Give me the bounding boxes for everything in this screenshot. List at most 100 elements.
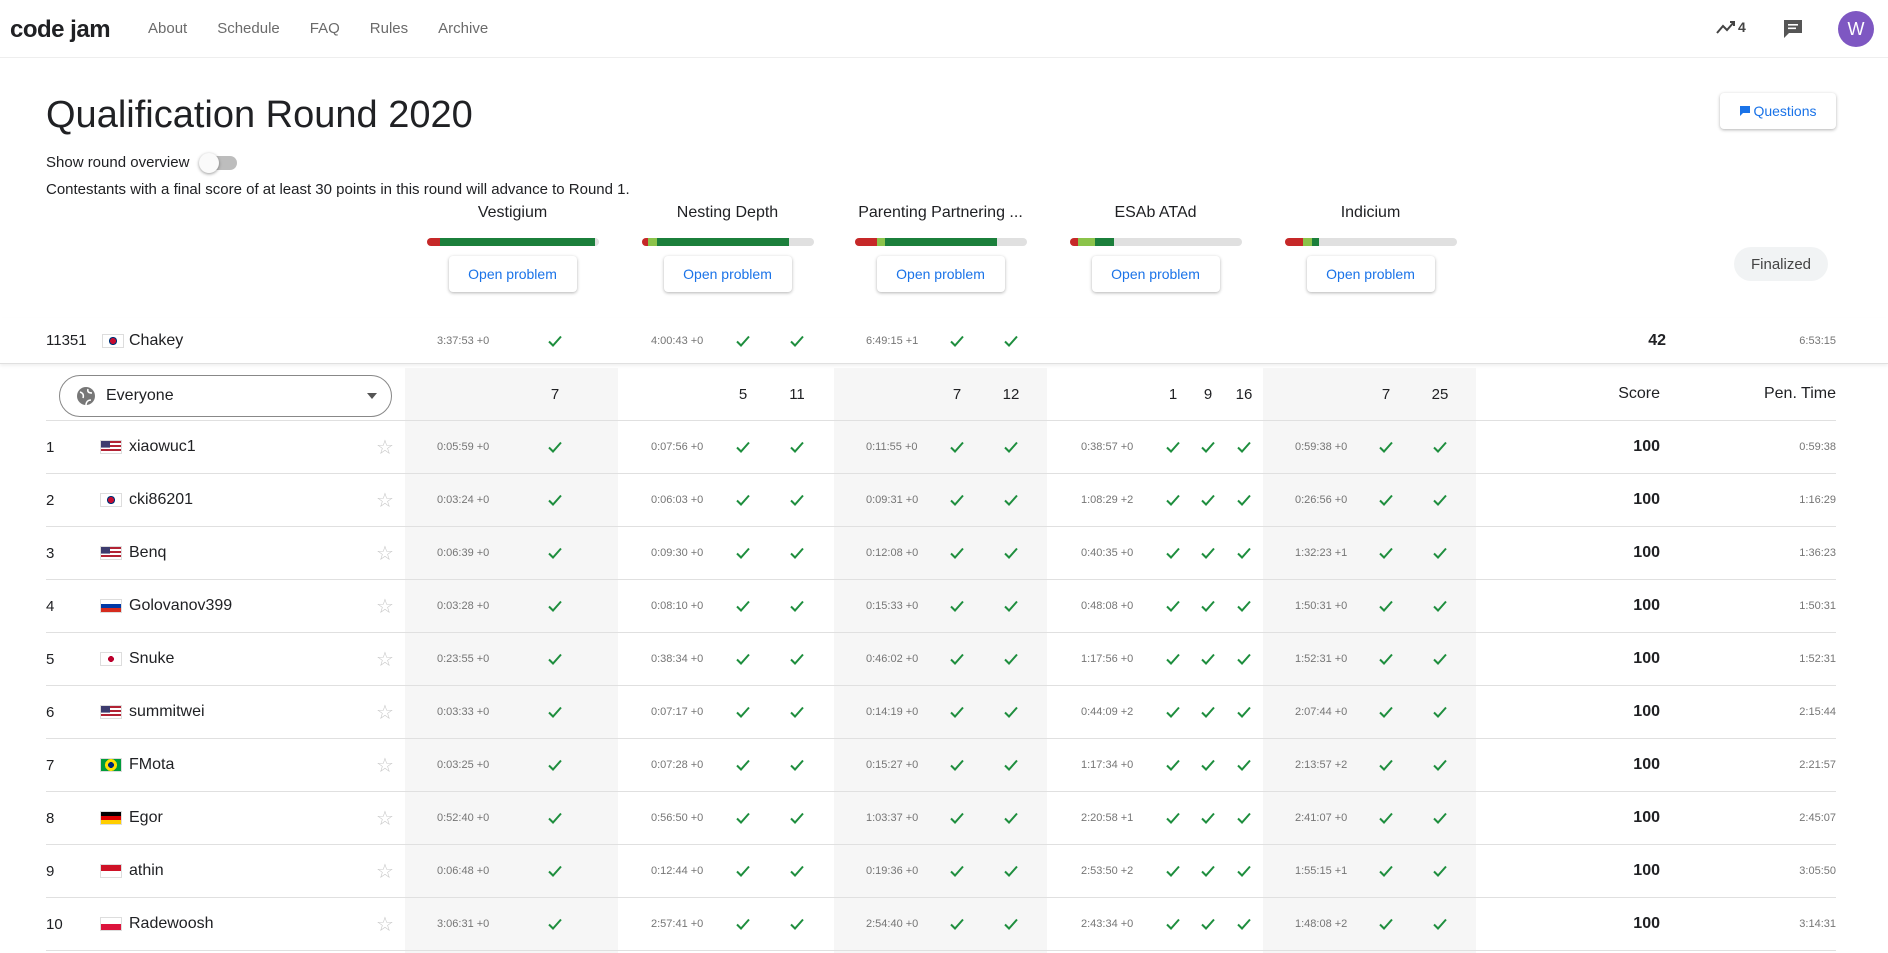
advance-info: Contestants with a final score of at lea… xyxy=(46,181,630,198)
progress-segment xyxy=(440,238,596,246)
questions-button[interactable]: Questions xyxy=(1720,93,1836,129)
solve-time: 1:17:56 +0 xyxy=(1081,653,1134,665)
solve-time: 0:40:35 +0 xyxy=(1081,547,1134,559)
open-problem-button[interactable]: Open problem xyxy=(1091,256,1220,292)
star-icon[interactable]: ☆ xyxy=(376,686,394,738)
code-jam-logo[interactable]: code jam xyxy=(10,16,111,44)
nav-schedule-link[interactable]: Schedule xyxy=(217,20,280,37)
rank: 8 xyxy=(46,809,55,827)
star-icon[interactable]: ☆ xyxy=(376,421,394,473)
check-icon xyxy=(947,739,967,791)
contestant-name[interactable]: Benq xyxy=(129,527,166,579)
nav-rules-link[interactable]: Rules xyxy=(370,20,408,37)
contestant-name[interactable]: summitwei xyxy=(129,686,205,738)
solve-time: 2:13:57 +2 xyxy=(1295,759,1348,771)
check-icon xyxy=(947,845,967,897)
rank: 10 xyxy=(46,915,63,933)
star-icon[interactable]: ☆ xyxy=(376,792,394,844)
my-name[interactable]: Chakey xyxy=(129,318,183,363)
table-row: 8 Egor ☆ 0:52:40 +0 0:56:50 +0 1:03:37 +0 2:20… xyxy=(46,792,1836,845)
points-p4-b: 9 xyxy=(1203,385,1213,403)
contestant-name[interactable]: xiaowuc1 xyxy=(129,421,196,473)
check-icon xyxy=(1001,739,1021,791)
star-icon[interactable]: ☆ xyxy=(376,527,394,579)
check-icon xyxy=(1198,739,1218,791)
star-icon[interactable]: ☆ xyxy=(376,580,394,632)
points-p5-a: 7 xyxy=(1381,385,1391,403)
check-icon xyxy=(1376,474,1396,526)
penalty-column-header[interactable]: Pen. Time xyxy=(1764,368,1836,420)
round-overview-toggle-row: Show round overview xyxy=(46,152,238,173)
score-column-header[interactable]: Score xyxy=(1618,368,1660,420)
contestant-name[interactable]: Golovanov399 xyxy=(129,580,232,632)
points-p3-b: 12 xyxy=(1002,385,1020,403)
contestant-name[interactable]: Egor xyxy=(129,792,163,844)
open-problem-button[interactable]: Open problem xyxy=(663,256,792,292)
solve-time: 0:03:25 +0 xyxy=(437,759,490,771)
trend-button[interactable]: 4 xyxy=(1716,18,1746,36)
contestant-name[interactable]: cki86201 xyxy=(129,474,193,526)
star-icon[interactable]: ☆ xyxy=(376,739,394,791)
round-overview-toggle[interactable] xyxy=(199,152,238,173)
chat-icon[interactable] xyxy=(1782,18,1804,45)
contestant-name[interactable]: athin xyxy=(129,845,164,897)
check-icon xyxy=(1001,580,1021,632)
solve-time: 3:06:31 +0 xyxy=(437,918,490,930)
check-icon xyxy=(545,527,565,579)
nav-about-link[interactable]: About xyxy=(148,20,187,37)
solve-time: 1:48:08 +2 xyxy=(1295,918,1348,930)
solve-time: 1:17:34 +0 xyxy=(1081,759,1134,771)
problem-header-parenting-partnering: Parenting Partnering ... Open problem xyxy=(853,204,1028,292)
table-row: 4 Golovanov399 ☆ 0:03:28 +0 0:08:10 +0 0:15:3… xyxy=(46,580,1836,633)
check-icon xyxy=(1430,580,1450,632)
contestant-name[interactable]: Snuke xyxy=(129,633,174,685)
country-filter-dropdown[interactable]: Everyone xyxy=(59,375,392,417)
points-p4-c: 16 xyxy=(1235,385,1253,403)
progress-segment xyxy=(1303,238,1312,246)
solve-time: 2:53:50 +2 xyxy=(1081,865,1134,877)
open-problem-button[interactable]: Open problem xyxy=(1306,256,1435,292)
solve-time: 0:26:56 +0 xyxy=(1295,494,1348,506)
penalty-time: 1:36:23 xyxy=(1799,547,1836,559)
solve-time: 0:06:39 +0 xyxy=(437,547,490,559)
solve-time: 0:59:38 +0 xyxy=(1295,441,1348,453)
contestant-name[interactable]: FMota xyxy=(129,739,174,791)
check-icon xyxy=(787,318,807,363)
check-icon xyxy=(787,633,807,685)
check-icon xyxy=(545,474,565,526)
check-icon xyxy=(733,898,753,950)
solve-time: 0:09:31 +0 xyxy=(866,494,919,506)
star-icon[interactable]: ☆ xyxy=(376,898,394,950)
nav-archive-link[interactable]: Archive xyxy=(438,20,488,37)
check-icon xyxy=(733,474,753,526)
open-problem-button[interactable]: Open problem xyxy=(876,256,1005,292)
my-country-flag xyxy=(102,334,124,348)
check-icon xyxy=(1376,580,1396,632)
check-icon xyxy=(787,792,807,844)
check-icon xyxy=(787,739,807,791)
check-icon xyxy=(1430,421,1450,473)
check-icon xyxy=(733,739,753,791)
star-icon[interactable]: ☆ xyxy=(376,845,394,897)
check-icon xyxy=(545,633,565,685)
solve-time: 2:54:40 +0 xyxy=(866,918,919,930)
country-flag xyxy=(100,705,122,719)
check-icon xyxy=(733,792,753,844)
check-icon xyxy=(1163,739,1183,791)
star-icon[interactable]: ☆ xyxy=(376,474,394,526)
open-problem-button[interactable]: Open problem xyxy=(448,256,577,292)
progress-segment xyxy=(426,238,441,246)
solve-time: 0:06:03 +0 xyxy=(651,494,704,506)
rank: 2 xyxy=(46,491,55,509)
nav-faq-link[interactable]: FAQ xyxy=(310,20,340,37)
avatar[interactable]: W xyxy=(1838,11,1874,47)
check-icon xyxy=(1163,580,1183,632)
rank: 6 xyxy=(46,703,55,721)
star-icon[interactable]: ☆ xyxy=(376,633,394,685)
contestant-name[interactable]: Radewoosh xyxy=(129,898,214,950)
rank: 5 xyxy=(46,650,55,668)
problem-title: ESAb ATAd xyxy=(1114,204,1197,221)
check-icon xyxy=(733,580,753,632)
progress-segment xyxy=(656,238,790,246)
my-time-p1: 3:37:53 +0 xyxy=(437,334,490,347)
